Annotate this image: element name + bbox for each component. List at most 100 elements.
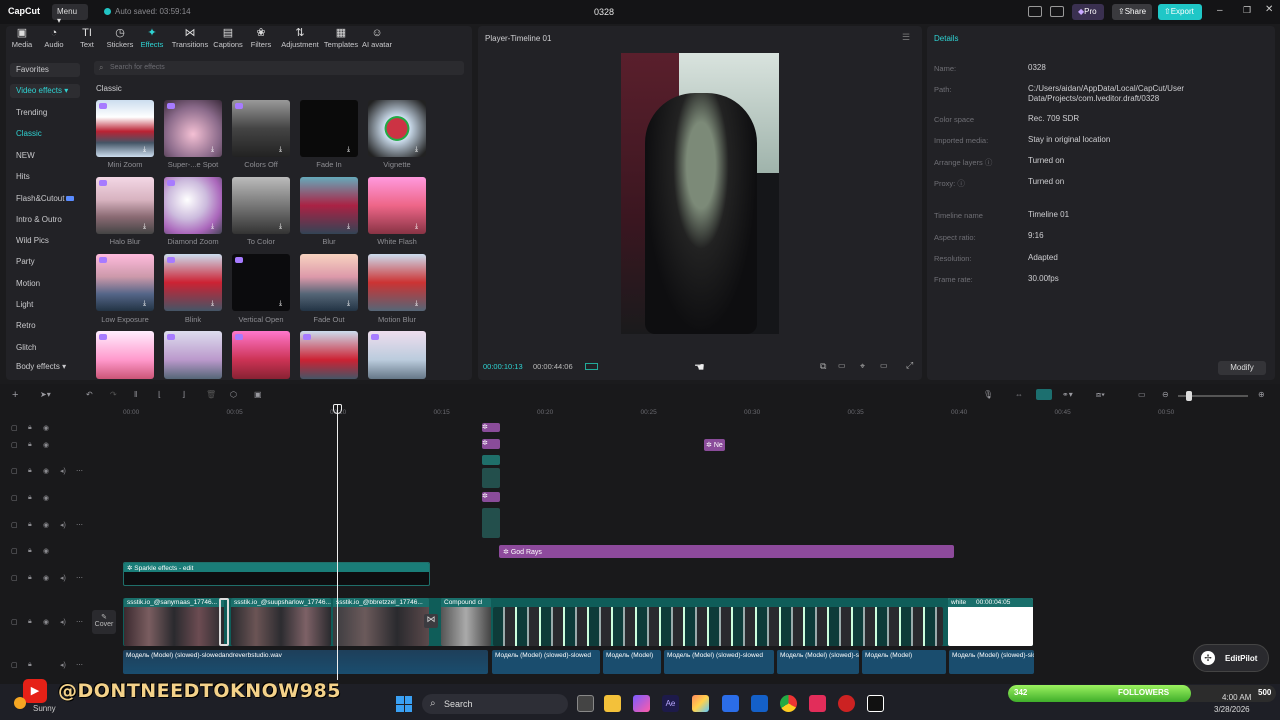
audio-clip-6[interactable]: Модель (Model) [862, 650, 946, 674]
trim-right-icon[interactable]: ⌋ [182, 390, 185, 399]
effect-thumbnail[interactable]: ⤓ [96, 177, 154, 234]
more-icon[interactable]: ⋯ [76, 467, 83, 475]
effect-clip[interactable]: ✲ [482, 492, 500, 502]
short-clips-strip[interactable] [493, 607, 943, 646]
mic-icon[interactable]: 🎙 [983, 390, 993, 399]
audio-clip-5[interactable]: Модель (Model) (slowed)-slowed [777, 650, 859, 674]
sidebar-item-favorites[interactable]: Favorites [10, 63, 80, 77]
export-button[interactable]: ⇧Export [1158, 4, 1202, 20]
lock-icon[interactable]: 🔒︎ [28, 494, 32, 502]
effect-thumbnail[interactable]: ⤓ [164, 254, 222, 311]
split-icon[interactable]: ‖ [134, 390, 137, 399]
sidebar-item-intro-outro[interactable]: Intro & Outro [10, 213, 80, 227]
video-clip[interactable] [482, 468, 500, 488]
download-icon[interactable]: ⤓ [211, 146, 219, 154]
download-icon[interactable]: ⤓ [143, 300, 151, 308]
more-icon[interactable]: ⋯ [76, 618, 83, 626]
marker-icon[interactable]: ⬡ [230, 390, 237, 399]
sparkle-effects-track[interactable]: ✲ Sparkle effects - edit [123, 562, 430, 586]
opera-icon[interactable] [838, 695, 855, 712]
sidebar-item-wild-pics[interactable]: Wild Pics [10, 234, 80, 248]
playhead-handle[interactable] [333, 404, 342, 414]
task-view-icon[interactable] [577, 695, 594, 712]
tool-ai-avatar[interactable]: ☺ AI avatar [358, 27, 396, 49]
compound-clip-main[interactable]: Compound cl [441, 598, 491, 646]
tool-effects[interactable]: ✦ Effects [133, 27, 171, 49]
sidebar-item-flash-cutout[interactable]: Flash&Cutout [10, 192, 84, 206]
effect-thumbnail[interactable]: ⤓ [164, 100, 222, 157]
video-clip[interactable] [482, 508, 500, 538]
effect-thumbnail[interactable]: ⤓ [232, 100, 290, 157]
lock-icon[interactable]: 🔒︎ [28, 574, 32, 582]
zoom-in-icon[interactable]: ⊕ [1258, 390, 1265, 399]
select-tool-icon[interactable]: ➤▾ [40, 390, 51, 399]
effect-thumbnail[interactable]: ⤓ [300, 177, 358, 234]
layout-icon[interactable] [1028, 6, 1042, 17]
maximize-icon[interactable]: ❐ [1243, 5, 1251, 16]
clip-trim-handle[interactable] [219, 598, 229, 646]
sidebar-item-video-effects[interactable]: Video effects ▾ [10, 84, 80, 98]
modify-button[interactable]: Modify [1218, 361, 1266, 375]
tool-adjustment[interactable]: ⇅ Adjustment [279, 27, 321, 49]
eye-icon[interactable]: ◉ [43, 574, 49, 582]
zoom-slider[interactable] [1178, 391, 1248, 401]
lock-icon[interactable]: 🔒︎ [28, 521, 32, 529]
sidebar-item-retro[interactable]: Retro [10, 319, 80, 333]
lock-icon[interactable]: 🔒︎ [28, 441, 32, 449]
capcut-taskbar-icon[interactable] [867, 695, 884, 712]
effect-thumbnail[interactable]: ⤓ [164, 177, 222, 234]
lock-icon[interactable]: 🔒︎ [28, 547, 32, 555]
sidebar-item-body-effects[interactable]: Body effects ▾ [10, 360, 80, 374]
effect-thumbnail[interactable]: ⤓ [232, 177, 290, 234]
effect-clip-ne[interactable]: ✲ Ne [704, 439, 725, 451]
focus-icon[interactable]: ⌖ [860, 361, 865, 372]
full-icon[interactable]: ▭ [838, 361, 846, 370]
effect-thumbnail[interactable]: ⤓ [96, 100, 154, 157]
eye-icon[interactable]: ◉ [43, 547, 49, 555]
effect-thumbnail[interactable] [368, 331, 426, 379]
download-icon[interactable]: ⤓ [415, 146, 423, 154]
mute-icon[interactable]: ◂) [60, 521, 66, 529]
copilot-icon[interactable] [633, 695, 650, 712]
download-icon[interactable]: ⤓ [415, 223, 423, 231]
cover-button[interactable]: ✎ Cover [92, 610, 116, 634]
effect-thumbnail[interactable] [300, 331, 358, 379]
detect-icon[interactable]: ▣ [254, 390, 262, 399]
share-button[interactable]: ⇪Share [1112, 4, 1152, 20]
sidebar-item-light[interactable]: Light [10, 298, 80, 312]
effect-thumbnail[interactable]: ⤓ [368, 177, 426, 234]
effect-thumbnail[interactable] [164, 331, 222, 379]
sidebar-item-trending[interactable]: Trending [10, 106, 80, 120]
sidebar-item-glitch[interactable]: Glitch [10, 341, 80, 355]
undo-icon[interactable]: ↶ [86, 390, 93, 399]
audio-clip-1[interactable]: Модель (Model) (slowed)-slowedandreverbs… [123, 650, 488, 674]
mail-icon[interactable] [751, 695, 768, 712]
audio-clip-4[interactable]: Модель (Model) (slowed)-slowed [664, 650, 774, 674]
video-clip-2[interactable]: ssstik.io_@suupsharlow_17746... [231, 598, 331, 646]
tool-templates[interactable]: ▦ Templates [322, 27, 360, 49]
lock-icon[interactable]: 🔒︎ [28, 467, 32, 475]
effect-clip[interactable]: ✲ [482, 423, 500, 432]
caption-track-icon[interactable]: ▭ [1138, 390, 1146, 399]
mute-icon[interactable]: ◂) [60, 661, 66, 669]
download-icon[interactable]: ⤓ [211, 300, 219, 308]
preview-axis-icon[interactable]: ⧈▾ [1096, 390, 1105, 400]
video-clip-1[interactable]: ssstik.io_@sanymaas_17746... [124, 598, 224, 646]
pro-button[interactable]: ◆Pro [1072, 4, 1104, 20]
after-effects-icon[interactable]: Ae [662, 695, 679, 712]
effect-thumbnail[interactable]: ⤓ [300, 254, 358, 311]
tool-filters[interactable]: ❀ Filters [242, 27, 280, 49]
download-icon[interactable]: ⤓ [347, 223, 355, 231]
audio-clip-2[interactable]: Модель (Model) (slowed)-slowed [492, 650, 600, 674]
eye-icon[interactable]: ◉ [43, 521, 49, 529]
download-icon[interactable]: ⤓ [347, 146, 355, 154]
more-icon[interactable]: ⋯ [76, 574, 83, 582]
menu-button[interactable]: Menu ▾ [52, 4, 88, 25]
effect-thumbnail[interactable] [232, 331, 290, 379]
windows-start-icon[interactable] [396, 696, 412, 712]
chain-icon[interactable]: ⚭▾ [1062, 390, 1073, 399]
more-icon[interactable]: ⋯ [76, 521, 83, 529]
sidebar-item-party[interactable]: Party [10, 255, 80, 269]
compound-clip[interactable] [482, 455, 500, 465]
video-clip-3[interactable]: ssstik.io_@bbretzzel_17746... [333, 598, 429, 646]
